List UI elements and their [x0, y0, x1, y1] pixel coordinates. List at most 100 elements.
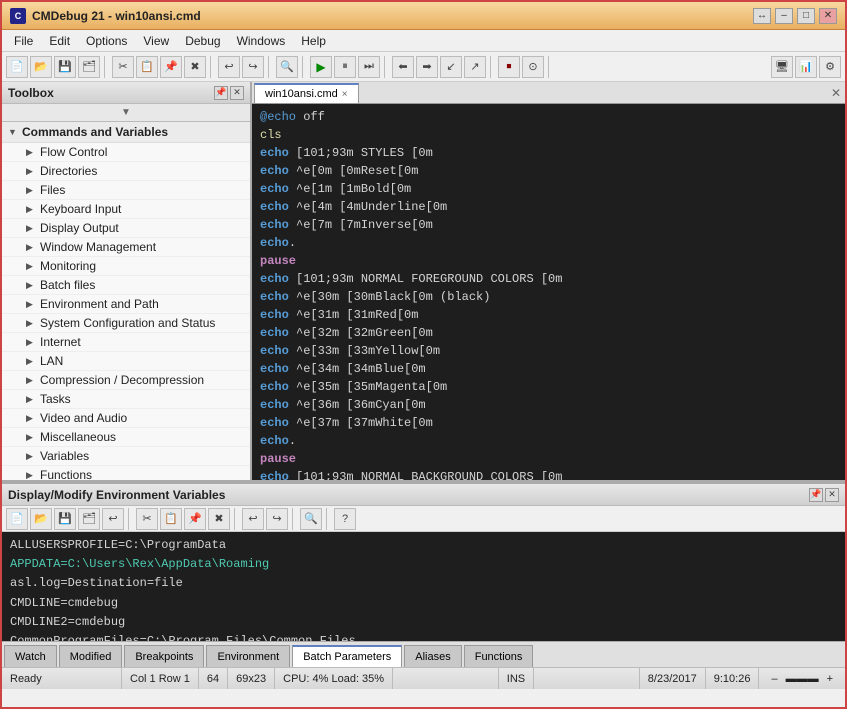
toolbar-delete[interactable]: ✖: [184, 56, 206, 78]
toolbar-open[interactable]: 📂: [30, 56, 52, 78]
menu-edit[interactable]: Edit: [41, 32, 78, 50]
toolbar-new[interactable]: 📄: [6, 56, 28, 78]
code-line: @echo off: [260, 108, 837, 126]
maximize-button[interactable]: □: [797, 8, 815, 24]
tree-item-keyboard[interactable]: ▶ Keyboard Input: [2, 200, 250, 219]
menu-options[interactable]: Options: [78, 32, 135, 50]
tree-item-batch[interactable]: ▶ Batch files: [2, 276, 250, 295]
toolbar-paste[interactable]: 📌: [160, 56, 182, 78]
minimize-button[interactable]: –: [775, 8, 793, 24]
toolbar-stop[interactable]: ⏹: [498, 56, 520, 78]
sep4: [302, 56, 306, 78]
toolbar-step[interactable]: ⏭: [358, 56, 380, 78]
tree-item-files[interactable]: ▶ Files: [2, 181, 250, 200]
menu-help[interactable]: Help: [293, 32, 334, 50]
tree-item-tasks[interactable]: ▶ Tasks: [2, 390, 250, 409]
bt-save2[interactable]: 🗂: [78, 508, 100, 530]
tree-item-functions[interactable]: ▶ Functions: [2, 466, 250, 480]
bt-undo[interactable]: ↩: [242, 508, 264, 530]
tree-item-variables[interactable]: ▶ Variables: [2, 447, 250, 466]
bottom-panel: Display/Modify Environment Variables 📌 ✕…: [2, 482, 845, 667]
editor-panel-close[interactable]: ✕: [831, 86, 841, 100]
tree-item-misc[interactable]: ▶ Miscellaneous: [2, 428, 250, 447]
tab-close-icon[interactable]: ×: [342, 89, 348, 100]
tab-batch-params[interactable]: Batch Parameters: [292, 645, 402, 667]
tree-item-compression[interactable]: ▶ Compression / Decompression: [2, 371, 250, 390]
bt-back[interactable]: ↩: [102, 508, 124, 530]
toolbar-pause[interactable]: ⏸: [334, 56, 356, 78]
sep7: [548, 56, 552, 78]
bt-delete[interactable]: ✖: [208, 508, 230, 530]
toolbar-redo[interactable]: ↪: [242, 56, 264, 78]
toolbar-undo[interactable]: ↩: [218, 56, 240, 78]
toolbar-run[interactable]: ▶: [310, 56, 332, 78]
menu-windows[interactable]: Windows: [229, 32, 294, 50]
bt-paste[interactable]: 📌: [184, 508, 206, 530]
toolbar-bp-fwd[interactable]: ➡: [416, 56, 438, 78]
zoom-minus-icon[interactable]: –: [767, 673, 781, 685]
status-zoom: – ▬▬▬ +: [759, 668, 845, 689]
tree-item-label: Functions: [40, 468, 92, 480]
bottom-panel-pin[interactable]: 📌: [809, 488, 823, 502]
toolbar-bp-back2[interactable]: ↙: [440, 56, 462, 78]
toolbar-save[interactable]: 💾: [54, 56, 76, 78]
toolbar-cut[interactable]: ✂: [112, 56, 134, 78]
toolbox-pin[interactable]: 📌: [214, 86, 228, 100]
tab-aliases[interactable]: Aliases: [404, 645, 461, 667]
tree-item-sysconfig[interactable]: ▶ System Configuration and Status: [2, 314, 250, 333]
toolbar-save-all[interactable]: 🗂: [78, 56, 100, 78]
tree-item-video-audio[interactable]: ▶ Video and Audio: [2, 409, 250, 428]
toolbar-find[interactable]: 🔍: [276, 56, 298, 78]
tree-item-window-mgmt[interactable]: ▶ Window Management: [2, 238, 250, 257]
editor-content[interactable]: @echo off cls echo [101;93m STYLES [0m e…: [252, 104, 845, 480]
bottom-content[interactable]: ALLUSERSPROFILE=C:\ProgramData APPDATA=C…: [2, 532, 845, 641]
code-line: echo ^e[36m [36mCyan[0m: [260, 396, 837, 414]
bt-sep3: [292, 508, 296, 530]
tree-item-internet[interactable]: ▶ Internet: [2, 333, 250, 352]
bt-find[interactable]: 🔍: [300, 508, 322, 530]
zoom-plus-icon[interactable]: +: [823, 673, 837, 685]
menu-view[interactable]: View: [135, 32, 177, 50]
toolbar-stop2[interactable]: ⊙: [522, 56, 544, 78]
tab-watch[interactable]: Watch: [4, 645, 57, 667]
env-line: CMDLINE2=cmdebug: [10, 613, 837, 632]
code-line: echo ^e[7m [7mInverse[0m: [260, 216, 837, 234]
bt-redo[interactable]: ↪: [266, 508, 288, 530]
bt-new[interactable]: 📄: [6, 508, 28, 530]
tree-category-commands[interactable]: ▼ Commands and Variables: [2, 122, 250, 143]
toolbar-bp-back[interactable]: ⬅: [392, 56, 414, 78]
tree-item-flow-control[interactable]: ▶ Flow Control: [2, 143, 250, 162]
tree-item-icon: ▶: [26, 451, 36, 462]
toolbox-scroll[interactable]: ▼: [2, 104, 250, 122]
bt-cut[interactable]: ✂: [136, 508, 158, 530]
toolbar-copy[interactable]: 📋: [136, 56, 158, 78]
tree-item-directories[interactable]: ▶ Directories: [2, 162, 250, 181]
tree-item-monitoring[interactable]: ▶ Monitoring: [2, 257, 250, 276]
bt-save[interactable]: 💾: [54, 508, 76, 530]
bt-open[interactable]: 📂: [30, 508, 52, 530]
toolbar-bp-fwd2[interactable]: ↗: [464, 56, 486, 78]
tab-breakpoints[interactable]: Breakpoints: [124, 645, 204, 667]
bt-sep2: [234, 508, 238, 530]
toolbar-extra1[interactable]: 🖥: [771, 56, 793, 78]
toolbar-extra2[interactable]: 📊: [795, 56, 817, 78]
tree-item-env-path[interactable]: ▶ Environment and Path: [2, 295, 250, 314]
code-line: echo ^e[32m [32mGreen[0m: [260, 324, 837, 342]
menu-file[interactable]: File: [6, 32, 41, 50]
tree-item-lan[interactable]: ▶ LAN: [2, 352, 250, 371]
bt-copy[interactable]: 📋: [160, 508, 182, 530]
tab-functions[interactable]: Functions: [464, 645, 534, 667]
status-num: 64: [199, 668, 228, 689]
tree-item-label: Monitoring: [40, 259, 96, 273]
editor-tab-active[interactable]: win10ansi.cmd ×: [254, 83, 359, 103]
menu-debug[interactable]: Debug: [177, 32, 228, 50]
tree-item-label: Window Management: [40, 240, 156, 254]
tab-environment[interactable]: Environment: [206, 645, 290, 667]
bottom-panel-close[interactable]: ✕: [825, 488, 839, 502]
tab-modified[interactable]: Modified: [59, 645, 123, 667]
close-button[interactable]: ✕: [819, 8, 837, 24]
tree-item-display[interactable]: ▶ Display Output: [2, 219, 250, 238]
toolbar-extra3[interactable]: ⚙: [819, 56, 841, 78]
toolbox-close[interactable]: ✕: [230, 86, 244, 100]
bt-help[interactable]: ?: [334, 508, 356, 530]
